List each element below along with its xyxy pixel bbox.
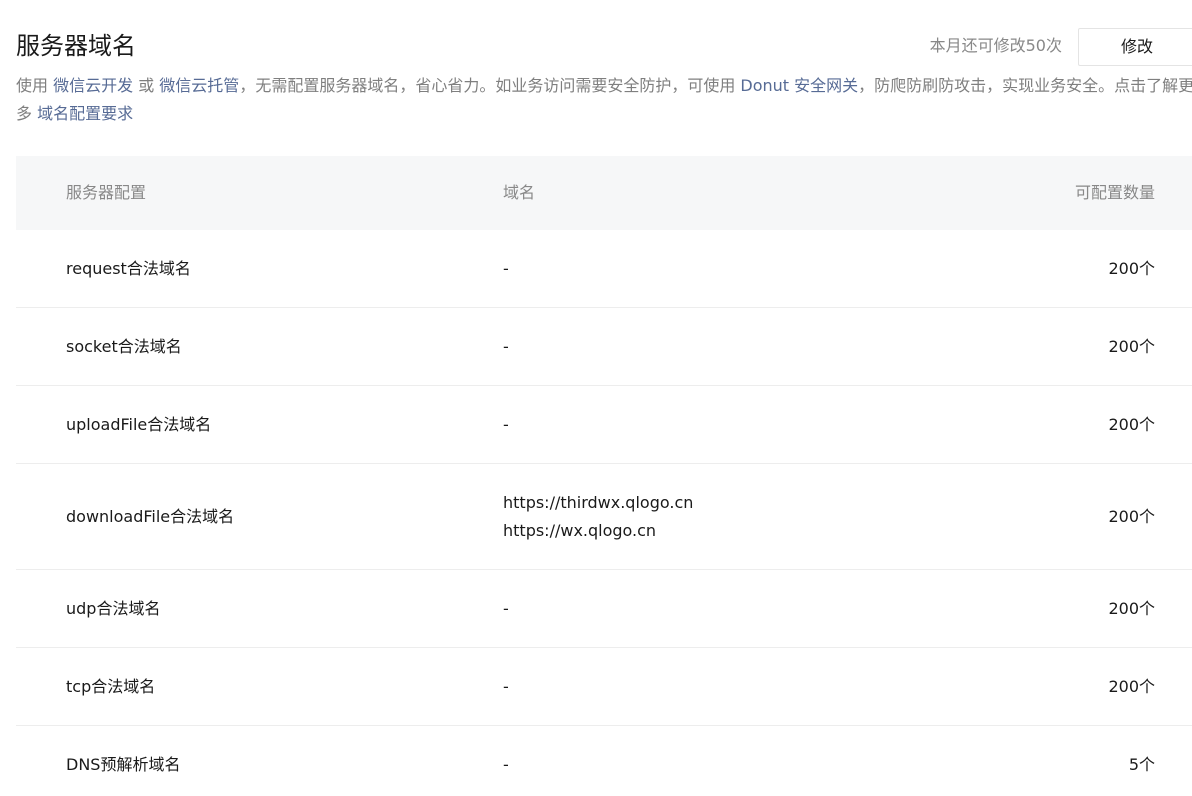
row-domain: - [503, 595, 509, 623]
domain-value: - [503, 598, 509, 618]
table-row-downloadfile: downloadFile合法域名 https://thirdwx.qlogo.c… [16, 464, 1192, 570]
description-text: 使用 微信云开发 或 微信云托管，无需配置服务器域名，省心省力。如业务访问需要安… [16, 72, 1192, 128]
server-domain-page: 服务器域名 本月还可修改50次 修改 使用 微信云开发 或 微信云托管，无需配置… [0, 0, 1192, 796]
row-domain: - [503, 751, 509, 779]
row-config-name: request合法域名 [66, 258, 191, 278]
table-row-tcp: tcp合法域名 - 200个 [16, 648, 1192, 726]
header-config: 服务器配置 [66, 183, 147, 202]
domain-value: https://wx.qlogo.cn [503, 520, 657, 540]
row-domain: - [503, 333, 509, 361]
modify-button[interactable]: 修改 [1078, 28, 1192, 66]
domain-value: - [503, 414, 509, 434]
header-count: 可配置数量 [1074, 183, 1155, 202]
domain-value: - [503, 676, 509, 696]
row-domain: https://thirdwx.qlogo.cn https://wx.qlog… [503, 489, 693, 545]
donut-security-gateway-link[interactable]: Donut 安全网关 [740, 76, 858, 95]
domain-config-requirements-link[interactable]: 域名配置要求 [37, 104, 133, 123]
domain-value: - [503, 258, 509, 278]
section-header: 服务器域名 本月还可修改50次 修改 [16, 28, 1192, 68]
row-count: 200个 [1108, 336, 1155, 356]
row-count: 200个 [1108, 506, 1155, 526]
row-config-name: DNS预解析域名 [66, 754, 181, 774]
description-part-2: 或 [133, 76, 160, 95]
modify-quota-text: 本月还可修改50次 [929, 36, 1062, 55]
domain-value: - [503, 336, 509, 356]
domain-value: - [503, 754, 509, 774]
table-header: 服务器配置 域名 可配置数量 [16, 156, 1192, 230]
page-title: 服务器域名 [16, 32, 136, 60]
row-config-name: downloadFile合法域名 [66, 506, 235, 526]
row-count: 200个 [1108, 676, 1155, 696]
row-count: 200个 [1108, 598, 1155, 618]
row-count: 200个 [1108, 258, 1155, 278]
row-config-name: uploadFile合法域名 [66, 414, 212, 434]
description-part-1: 使用 [16, 76, 54, 95]
row-count: 200个 [1108, 414, 1155, 434]
table-row-uploadfile: uploadFile合法域名 - 200个 [16, 386, 1192, 464]
row-config-name: socket合法域名 [66, 336, 182, 356]
row-domain: - [503, 673, 509, 701]
row-count: 5个 [1128, 754, 1155, 774]
table-row-socket: socket合法域名 - 200个 [16, 308, 1192, 386]
table-row-request: request合法域名 - 200个 [16, 230, 1192, 308]
description-part-3: ，无需配置服务器域名，省心省力。如业务访问需要安全防护，可使用 [239, 76, 741, 95]
domain-table: 服务器配置 域名 可配置数量 request合法域名 - 200个 socket… [16, 156, 1192, 796]
header-domain: 域名 [503, 183, 536, 202]
row-domain: - [503, 411, 509, 439]
wechat-cloud-hosting-link[interactable]: 微信云托管 [159, 76, 239, 95]
wechat-cloud-dev-link[interactable]: 微信云开发 [53, 76, 133, 95]
row-domain: - [503, 255, 509, 283]
row-config-name: tcp合法域名 [66, 676, 156, 696]
domain-value: https://thirdwx.qlogo.cn [503, 492, 694, 512]
table-row-udp: udp合法域名 - 200个 [16, 570, 1192, 648]
row-config-name: udp合法域名 [66, 598, 161, 618]
table-row-dns-prefetch: DNS预解析域名 - 5个 [16, 726, 1192, 796]
